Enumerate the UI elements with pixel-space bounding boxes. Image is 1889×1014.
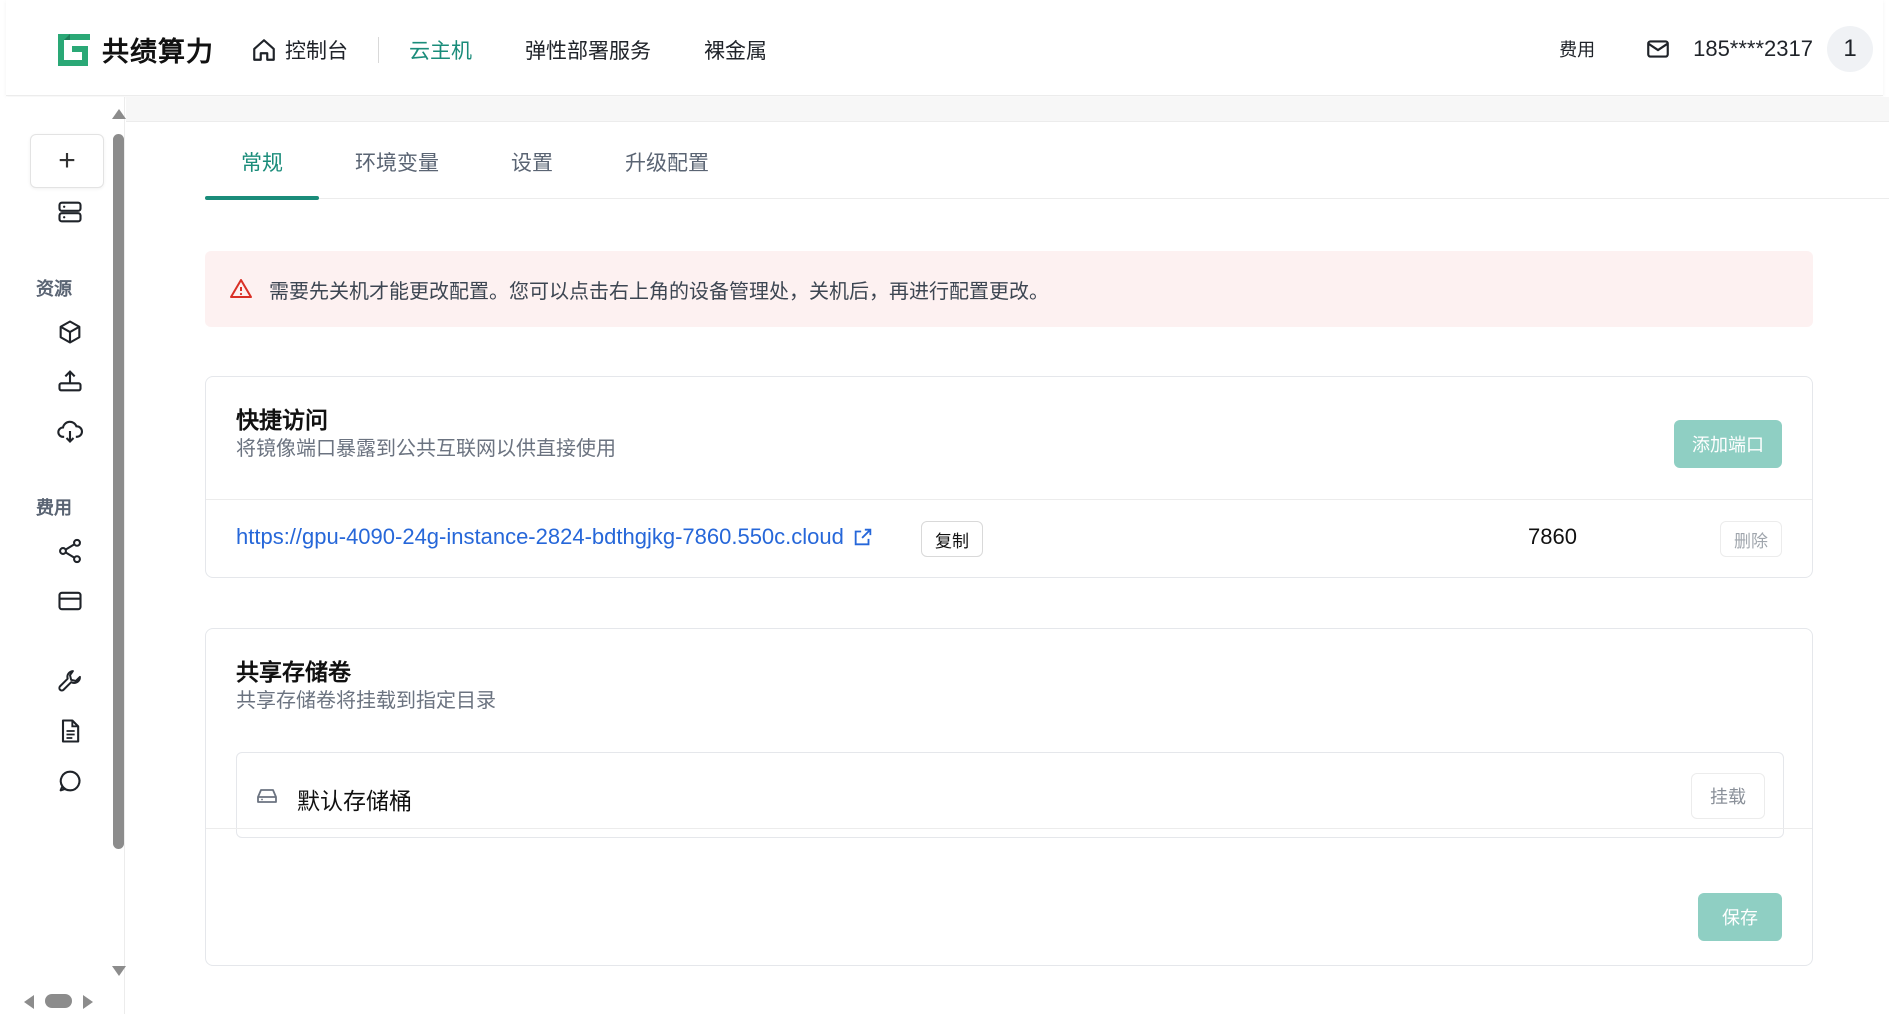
- sidebar-section-resources: 资源: [36, 279, 72, 299]
- brand-logo-icon: [58, 33, 90, 66]
- save-button[interactable]: 保存: [1698, 893, 1782, 941]
- nav-item-bare-metal[interactable]: 裸金属: [704, 35, 767, 65]
- nav-home[interactable]: 控制台: [251, 35, 348, 65]
- alert-text: 需要先关机才能更改配置。您可以点击右上角的设备管理处，关机后，再进行配置更改。: [269, 280, 1049, 303]
- port-url-link[interactable]: https://gpu-4090-24g-instance-2824-bdthg…: [236, 524, 874, 550]
- quick-access-subtitle: 将镜像端口暴露到公共互联网以供直接使用: [236, 438, 616, 460]
- tab-upgrade[interactable]: 升级配置: [589, 124, 745, 199]
- server-icon[interactable]: [56, 198, 84, 226]
- scroll-left-arrow-icon[interactable]: [24, 995, 34, 1009]
- sidebar: + 资源 费用: [6, 97, 126, 1014]
- sidebar-add-button[interactable]: +: [30, 134, 104, 188]
- add-port-button[interactable]: 添加端口: [1674, 420, 1782, 468]
- port-row: https://gpu-4090-24g-instance-2824-bdthg…: [206, 499, 1812, 579]
- top-navbar: 共绩算力 控制台 云主机 弹性部署服务 裸金属 费用 185****2317 1: [6, 0, 1883, 96]
- sidebar-scroll-thumb[interactable]: [113, 134, 124, 849]
- shared-storage-title: 共享存储卷: [236, 659, 351, 685]
- fee-link[interactable]: 费用: [1559, 36, 1595, 62]
- storage-volume-item: 默认存储桶 挂载: [236, 752, 1784, 838]
- delete-port-button[interactable]: 删除: [1720, 521, 1782, 557]
- wrench-icon[interactable]: [56, 667, 84, 695]
- upload-icon[interactable]: [56, 367, 84, 395]
- warning-icon: [229, 277, 253, 301]
- copy-url-button[interactable]: 复制: [921, 521, 983, 557]
- document-icon[interactable]: [56, 717, 84, 745]
- cloud-icon[interactable]: [56, 417, 84, 445]
- share-icon[interactable]: [56, 537, 84, 565]
- tab-settings[interactable]: 设置: [475, 124, 589, 199]
- nav-item-cloud-host[interactable]: 云主机: [409, 35, 472, 65]
- tab-general[interactable]: 常规: [205, 124, 319, 200]
- avatar[interactable]: 1: [1827, 26, 1873, 72]
- main-nav: 控制台 云主机 弹性部署服务 裸金属: [251, 30, 767, 70]
- sidebar-section-fees: 费用: [36, 498, 72, 518]
- top-right-actions: 费用 185****2317 1: [1559, 26, 1883, 72]
- nav-home-label: 控制台: [285, 40, 348, 63]
- main-content: 常规 环境变量 设置 升级配置 需要先关机才能更改配置。您可以点击右上角的设备管…: [126, 97, 1889, 1014]
- scroll-right-arrow-icon[interactable]: [83, 995, 93, 1009]
- nav-item-elastic-deploy[interactable]: 弹性部署服务: [525, 35, 651, 65]
- detail-tabs: 常规 环境变量 设置 升级配置: [205, 124, 1889, 200]
- card-icon[interactable]: [56, 587, 84, 615]
- horizontal-scroll-thumb[interactable]: [45, 994, 72, 1008]
- scroll-up-arrow-icon[interactable]: [112, 109, 126, 119]
- scroll-down-arrow-icon[interactable]: [112, 966, 126, 976]
- port-number: 7860: [1528, 524, 1577, 549]
- content-header-strip: [126, 97, 1889, 122]
- chat-icon[interactable]: [56, 767, 84, 795]
- hard-drive-icon: [255, 784, 279, 808]
- quick-access-card: 快捷访问 将镜像端口暴露到公共互联网以供直接使用 添加端口 https://gp…: [205, 376, 1813, 578]
- port-url-text[interactable]: https://gpu-4090-24g-instance-2824-bdthg…: [236, 524, 844, 550]
- card-divider: [206, 828, 1812, 829]
- mail-icon[interactable]: [1645, 36, 1671, 62]
- brand-name: 共绩算力: [102, 37, 214, 67]
- mount-button[interactable]: 挂载: [1691, 773, 1765, 819]
- quick-access-title: 快捷访问: [236, 407, 328, 433]
- storage-volume-name: 默认存储桶: [297, 788, 412, 814]
- brand-logo[interactable]: 共绩算力: [54, 30, 214, 69]
- external-link-icon[interactable]: [852, 526, 874, 548]
- shared-storage-card: 共享存储卷 共享存储卷将挂载到指定目录 默认存储桶 挂载 保存: [205, 628, 1813, 966]
- tab-env-vars[interactable]: 环境变量: [319, 124, 475, 199]
- shutdown-warning-alert: 需要先关机才能更改配置。您可以点击右上角的设备管理处，关机后，再进行配置更改。: [205, 251, 1813, 327]
- nav-divider: [378, 37, 379, 63]
- horizontal-scrollbar[interactable]: [18, 991, 98, 1011]
- home-icon: [253, 39, 275, 61]
- user-phone[interactable]: 185****2317: [1693, 36, 1813, 62]
- shared-storage-subtitle: 共享存储卷将挂载到指定目录: [236, 690, 496, 712]
- cube-icon[interactable]: [56, 318, 84, 346]
